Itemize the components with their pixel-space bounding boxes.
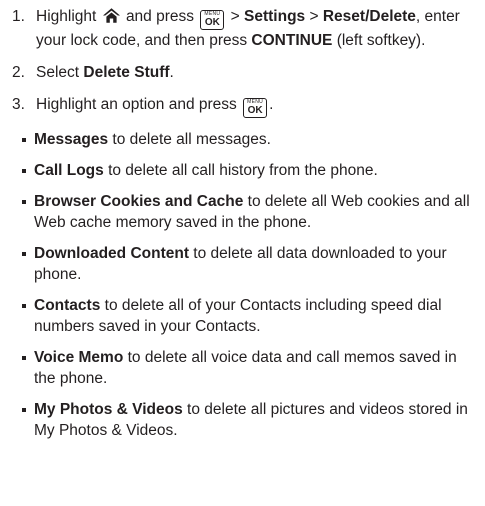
list-item-text: Voice Memo to delete all voice data and …: [34, 347, 475, 389]
option-name: Browser Cookies and Cache: [34, 193, 244, 210]
step-bold-term: Reset/Delete: [322, 8, 416, 25]
bullet-square-icon: [22, 200, 30, 204]
instruction-document: 1. Highlight and press MENU OK > Settings…: [0, 0, 485, 506]
list-item: Messages to delete all messages.: [22, 129, 475, 150]
step-text: Highlight an option and press MENU OK.: [36, 94, 475, 118]
option-name: Call Logs: [34, 162, 104, 179]
list-item-text: Call Logs to delete all call history fro…: [34, 160, 475, 181]
list-item: Downloaded Content to delete all data do…: [22, 243, 475, 285]
bullet-square-icon: [22, 356, 30, 360]
bullet-square-icon: [22, 304, 30, 308]
step-text: Select Delete Stuff.: [36, 62, 475, 83]
step-2: 2. Select Delete Stuff.: [12, 62, 475, 83]
list-item-text: Browser Cookies and Cache to delete all …: [34, 191, 475, 233]
option-name: Voice Memo: [34, 349, 124, 366]
home-icon: [102, 8, 120, 23]
step-text-segment: .: [169, 64, 174, 81]
list-item: Browser Cookies and Cache to delete all …: [22, 191, 475, 233]
list-item-text: Messages to delete all messages.: [34, 129, 475, 150]
bullet-square-icon: [22, 408, 30, 412]
step-text-segment: >: [309, 8, 319, 25]
list-item: Call Logs to delete all call history fro…: [22, 160, 475, 181]
step-text-segment: .: [269, 96, 274, 113]
bullet-square-icon: [22, 169, 30, 173]
menu-ok-key-bottom-label: OK: [247, 105, 263, 116]
step-bold-term: Delete Stuff: [83, 64, 170, 81]
step-3: 3. Highlight an option and press MENU OK.: [12, 94, 475, 118]
option-name: My Photos & Videos: [34, 401, 183, 418]
step-text-segment: >: [230, 8, 240, 25]
step-1: 1. Highlight and press MENU OK > Settings…: [12, 6, 475, 51]
list-item: My Photos & Videos to delete all picture…: [22, 399, 475, 441]
list-item-text: My Photos & Videos to delete all picture…: [34, 399, 475, 441]
step-text-segment: Select: [36, 64, 80, 81]
list-item-text: Contacts to delete all of your Contacts …: [34, 295, 475, 337]
option-name: Downloaded Content: [34, 245, 189, 262]
bullet-square-icon: [22, 252, 30, 256]
option-name: Contacts: [34, 297, 101, 314]
step-number: 1.: [12, 8, 25, 25]
step-bold-term: CONTINUE: [251, 32, 333, 49]
option-description: to delete all call history from the phon…: [103, 162, 378, 179]
step-text-segment: and press: [125, 8, 195, 25]
option-description: to delete all messages.: [108, 131, 271, 148]
list-item: Voice Memo to delete all voice data and …: [22, 347, 475, 389]
step-bold-term: Settings: [244, 8, 306, 25]
step-text-segment: Highlight an option and press: [36, 96, 237, 113]
menu-ok-key-bottom-label: OK: [204, 17, 220, 28]
menu-ok-key-icon: MENU OK: [200, 10, 225, 30]
menu-ok-key-icon: MENU OK: [243, 98, 268, 118]
delete-options-list: Messages to delete all messages. Call Lo…: [12, 129, 475, 441]
step-text: Highlight and press MENU OK > Settings > …: [36, 6, 475, 51]
step-number: 3.: [12, 96, 25, 113]
list-item: Contacts to delete all of your Contacts …: [22, 295, 475, 337]
step-number: 2.: [12, 64, 25, 81]
list-item-text: Downloaded Content to delete all data do…: [34, 243, 475, 285]
bullet-square-icon: [22, 138, 30, 142]
option-name: Messages: [34, 131, 109, 148]
step-text-segment: (left softkey).: [336, 32, 426, 49]
step-text-segment: Highlight: [36, 8, 97, 25]
